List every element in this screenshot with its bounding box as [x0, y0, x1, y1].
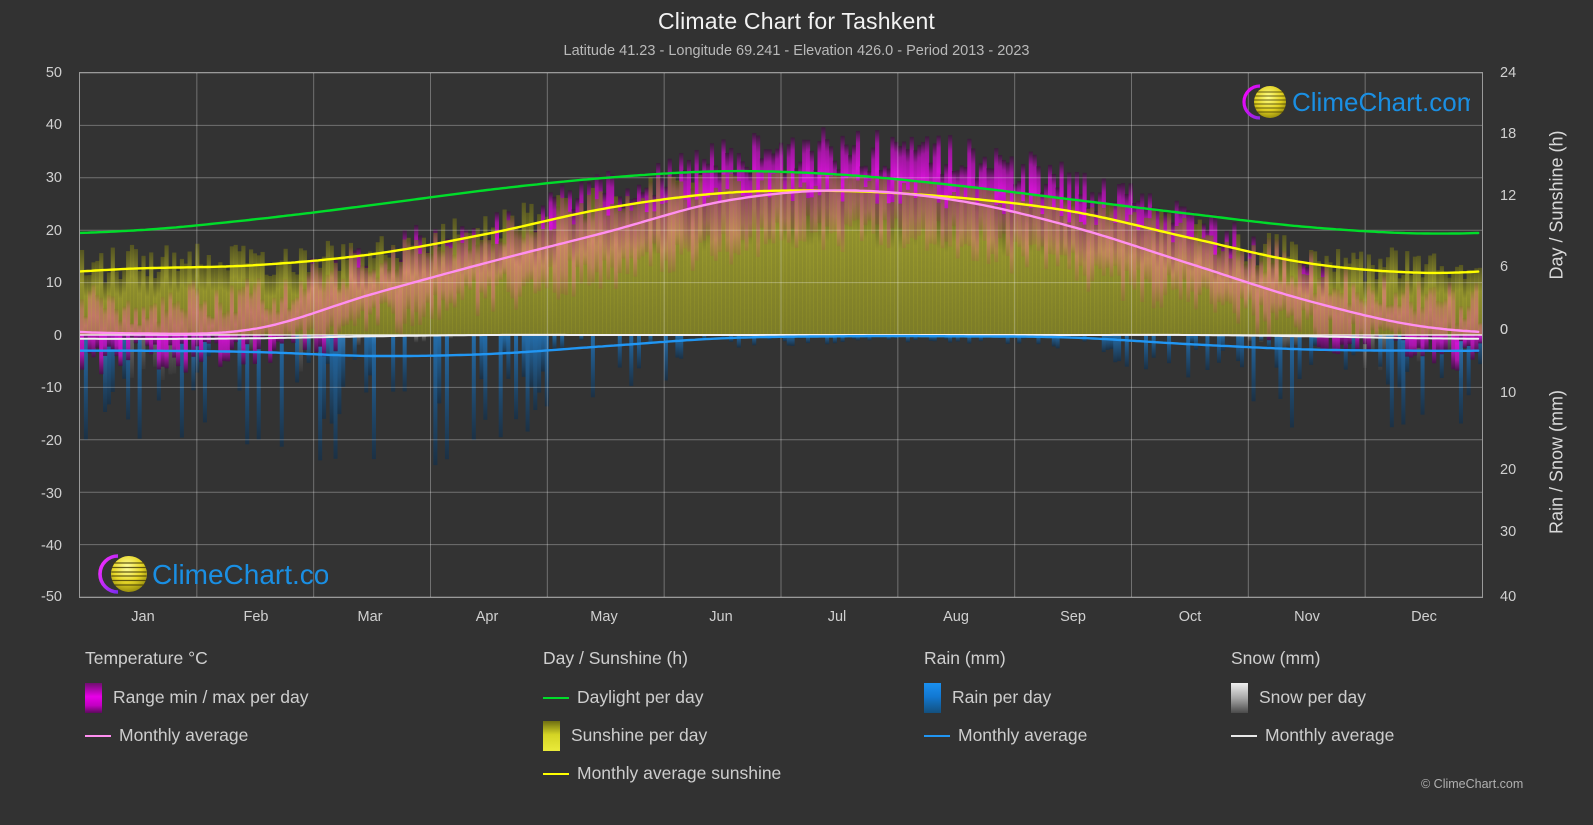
left-axis-tick: -50 [41, 589, 62, 605]
x-axis-tick-aug: Aug [943, 609, 969, 625]
x-axis-tick-may: May [590, 609, 618, 625]
rain-avg-line-icon [924, 734, 950, 737]
rain-bars-layer [83, 335, 1482, 466]
left-axis-tick: 20 [45, 223, 62, 239]
daylight-line-icon [543, 696, 569, 699]
legend-item-temp-monthly-avg[interactable]: Monthly average [85, 720, 309, 751]
climate-chart-plot[interactable] [79, 72, 1483, 598]
legend-label: Monthly average [958, 725, 1088, 745]
climechart-logo-top: ClimeChart.com [1232, 80, 1478, 129]
right-axis-tick-top: 12 [1500, 188, 1517, 204]
legend-label: Monthly average [1265, 725, 1395, 745]
legend-item-snow[interactable]: Snow per day [1231, 682, 1394, 713]
legend-label: Daylight per day [577, 687, 704, 707]
legend-label: Monthly average [119, 725, 249, 745]
sunshine-avg-line-icon [543, 772, 569, 775]
x-axis-tick-jan: Jan [131, 609, 155, 625]
x-axis-tick-jul: Jul [827, 609, 847, 625]
sunshine-swatch-icon [543, 720, 560, 751]
right-axis-tick-bottom: 30 [1500, 524, 1517, 540]
climechart-logo-bottom: ClimeChart.com [88, 549, 353, 606]
legend-item-rain[interactable]: Rain per day [924, 682, 1087, 713]
legend-heading-day-sunshine: Day / Sunshine (h) [543, 648, 688, 668]
right-axis-tick-bottom: 10 [1500, 385, 1517, 401]
legend-item-daylight[interactable]: Daylight per day [543, 682, 781, 713]
legend-item-rain-monthly-avg[interactable]: Monthly average [924, 720, 1087, 751]
left-axis-tick: 10 [45, 275, 62, 291]
legend-item-temp-range[interactable]: Range min / max per day [85, 682, 309, 713]
left-axis-tick: -10 [41, 380, 62, 396]
legend-item-sunshine[interactable]: Sunshine per day [543, 720, 781, 751]
x-axis-tick-apr: Apr [475, 609, 499, 625]
page-subtitle: Latitude 41.23 - Longitude 69.241 - Elev… [563, 43, 1030, 59]
legend-group-snow: Snow (mm) Snow per day Monthly average [1231, 648, 1394, 758]
temp-avg-line-icon [85, 734, 111, 737]
climechart-logo-text: ClimeChart.com [1292, 87, 1470, 117]
left-axis-tick: 50 [45, 65, 62, 81]
x-axis-tick-feb: Feb [243, 609, 269, 625]
snow-avg-line-icon [1231, 734, 1257, 737]
legend-group-day-sunshine: Day / Sunshine (h) Daylight per day Suns… [543, 648, 781, 796]
page-title: Climate Chart for Tashkent [657, 8, 936, 34]
legend-label: Sunshine per day [571, 725, 708, 745]
x-axis-tick-sep: Sep [1060, 609, 1086, 625]
left-axis-tick: 40 [45, 117, 62, 133]
legend-heading-snow: Snow (mm) [1231, 648, 1321, 668]
left-axis-tick: -30 [41, 486, 62, 502]
climechart-logo-mark: ClimeChart.com [1242, 84, 1478, 120]
chart-legend: Temperature °C Range min / max per day M… [0, 648, 1593, 818]
rain-swatch-icon [924, 682, 941, 713]
left-axis-tick: 30 [45, 170, 62, 186]
legend-heading-temperature: Temperature °C [85, 648, 208, 668]
temp-range-swatch-icon [85, 682, 102, 713]
climechart-logo-mark: ClimeChart.com [98, 554, 353, 594]
copyright-notice: © ClimeChart.com [1421, 777, 1524, 791]
x-axis-tick-oct: Oct [1178, 609, 1202, 625]
legend-item-snow-monthly-avg[interactable]: Monthly average [1231, 720, 1394, 751]
snow-swatch-icon [1231, 682, 1248, 713]
right-axis-tick-top: 6 [1500, 259, 1509, 275]
x-axis-tick-mar: Mar [357, 609, 383, 625]
snow-bars-layer [80, 335, 1475, 383]
left-axis-tick: 0 [53, 328, 62, 344]
legend-label: Rain per day [952, 687, 1052, 707]
climechart-logo-text: ClimeChart.com [152, 559, 328, 590]
legend-label: Monthly average sunshine [577, 763, 782, 783]
right-axis-tick-top: 24 [1500, 65, 1517, 81]
right-axis-tick-bottom: 0 [1500, 322, 1509, 338]
right-axis-tick-bottom: 20 [1500, 462, 1517, 478]
left-axis-tick: -20 [41, 433, 62, 449]
x-axis-tick-nov: Nov [1294, 609, 1320, 625]
right-axis-tick-top: 18 [1500, 126, 1517, 142]
legend-label: Snow per day [1259, 687, 1367, 707]
chart-canvas [80, 73, 1482, 597]
legend-group-temperature: Temperature °C Range min / max per day M… [85, 648, 309, 758]
right-axis-tick-bottom: 40 [1500, 589, 1517, 605]
legend-item-sunshine-monthly-avg[interactable]: Monthly average sunshine [543, 758, 781, 789]
legend-group-rain: Rain (mm) Rain per day Monthly average [924, 648, 1087, 758]
right-axis-title-top: Day / Sunshine (h) [1546, 130, 1567, 280]
legend-label: Range min / max per day [113, 687, 309, 707]
left-axis-tick: -40 [41, 538, 62, 554]
legend-heading-rain: Rain (mm) [924, 648, 1006, 668]
x-axis-tick-dec: Dec [1411, 609, 1437, 625]
x-axis-tick-jun: Jun [709, 609, 733, 625]
